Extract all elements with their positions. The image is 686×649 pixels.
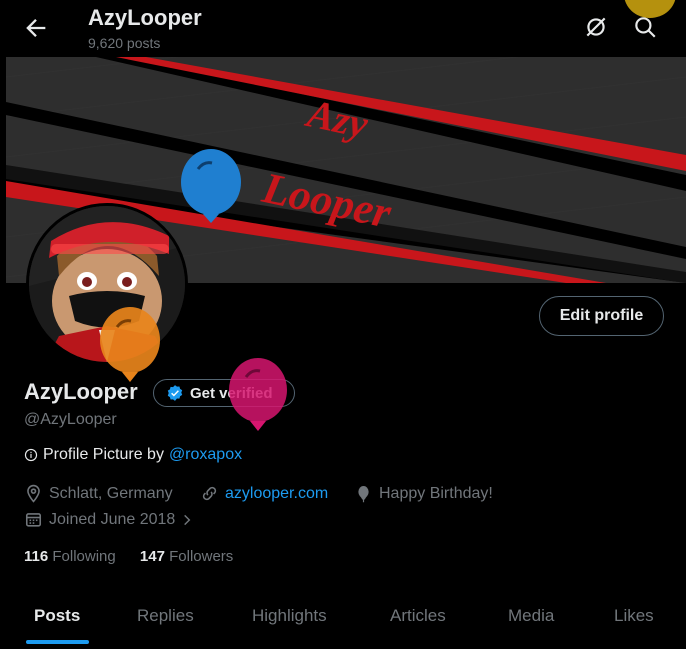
balloon-pink-icon — [229, 358, 287, 431]
link-icon — [202, 486, 217, 501]
profile-title: AzyLooper — [88, 5, 202, 30]
info-icon — [24, 448, 38, 462]
location-pin-icon — [27, 484, 40, 503]
balloon-orange-icon — [100, 307, 160, 382]
tab-media[interactable]: Media — [508, 606, 554, 626]
birthday-text: Happy Birthday! — [379, 484, 493, 502]
grok-icon[interactable] — [583, 14, 609, 40]
following-link[interactable]: 116 Following — [24, 548, 116, 565]
followers-count: 147 — [139, 548, 165, 565]
back-arrow-icon[interactable] — [22, 14, 50, 42]
active-tab-indicator — [26, 640, 89, 644]
balloon-gold-icon — [624, 0, 676, 18]
display-name: AzyLooper — [24, 379, 138, 404]
calendar-icon — [25, 513, 42, 527]
followers-label: Followers — [169, 548, 234, 565]
bio-mention-link[interactable]: @roxapox — [169, 446, 242, 464]
tab-posts[interactable]: Posts — [34, 606, 80, 626]
follow-stats: 116 Following 147 Followers — [24, 548, 253, 565]
birthday: Happy Birthday! — [354, 484, 493, 503]
user-handle: @AzyLooper — [24, 411, 117, 428]
tab-articles[interactable]: Articles — [390, 606, 446, 626]
profile-tabs: Posts Replies Highlights Articles Media … — [0, 590, 686, 649]
location-text: Schlatt, Germany — [49, 484, 173, 502]
website: azylooper.com — [200, 484, 328, 503]
following-label: Following — [52, 548, 116, 565]
following-count: 116 — [24, 548, 49, 565]
joined-text: Joined June 2018 — [49, 510, 176, 528]
top-bar: AzyLooper 9,620 posts — [0, 0, 686, 56]
tab-likes[interactable]: Likes — [614, 606, 654, 626]
edit-profile-button[interactable]: Edit profile — [539, 296, 664, 336]
tab-replies[interactable]: Replies — [137, 606, 194, 626]
bio-text: Profile Picture by — [43, 446, 164, 463]
joined: Joined June 2018 — [24, 510, 200, 529]
followers-link[interactable]: 147 Followers — [140, 548, 233, 565]
bio: Profile Picture by @roxapox — [24, 446, 242, 464]
location: Schlatt, Germany — [24, 484, 173, 503]
balloon-icon — [358, 485, 369, 503]
tab-highlights[interactable]: Highlights — [252, 606, 327, 626]
chevron-right-icon[interactable] — [180, 513, 194, 527]
website-link[interactable]: azylooper.com — [225, 485, 328, 503]
posts-count: 9,620 posts — [88, 35, 161, 51]
verified-badge-icon — [167, 385, 183, 401]
